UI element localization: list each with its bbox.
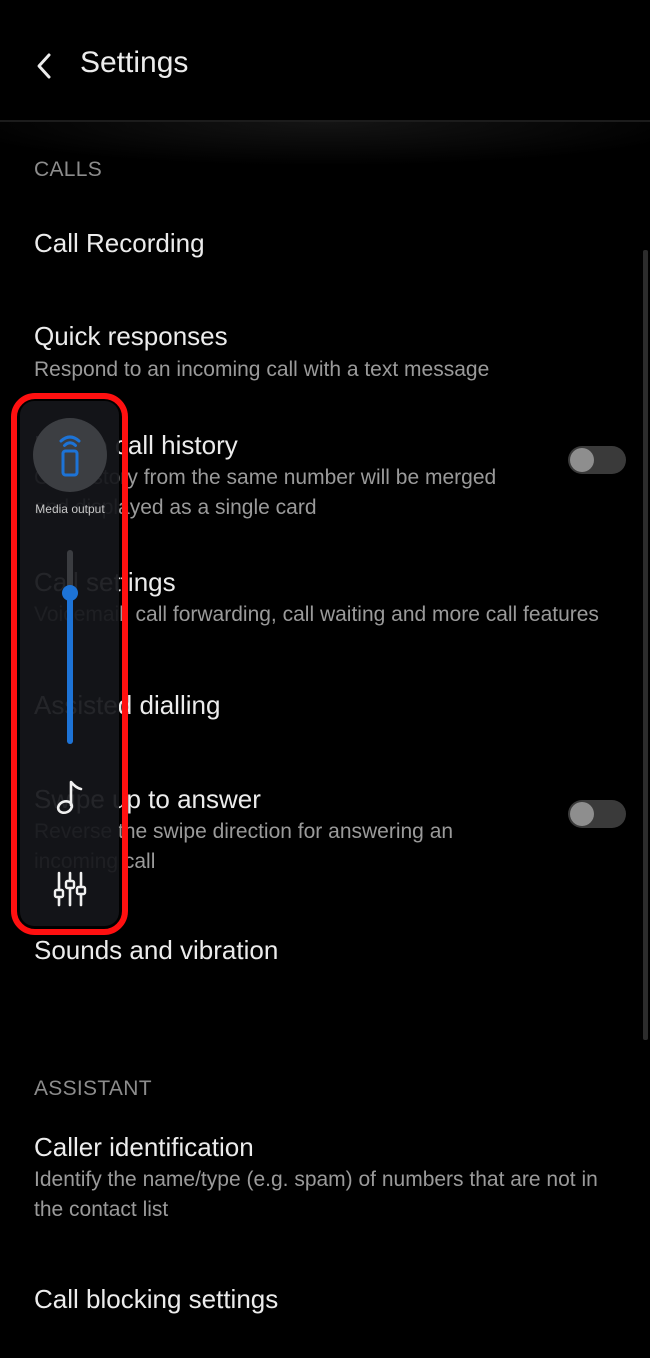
quick-responses-subtitle: Respond to an incoming call with a text … bbox=[34, 358, 490, 381]
swipe-up-toggle[interactable] bbox=[568, 800, 626, 828]
toggle-knob bbox=[570, 802, 594, 826]
highlight-frame bbox=[11, 393, 128, 935]
caller-identification-item[interactable]: Caller identification bbox=[34, 1132, 254, 1163]
merge-history-toggle[interactable] bbox=[568, 446, 626, 474]
page-title: Settings bbox=[80, 46, 189, 79]
back-arrow-icon[interactable] bbox=[30, 48, 60, 84]
caller-identification-subtitle-1: Identify the name/type (e.g. spam) of nu… bbox=[34, 1168, 598, 1191]
toggle-knob bbox=[570, 448, 594, 472]
sounds-vibration-item[interactable]: Sounds and vibration bbox=[34, 935, 278, 966]
app-bar: Settings bbox=[0, 0, 650, 120]
section-header-calls: CALLS bbox=[34, 158, 103, 181]
section-header-assistant: ASSISTANT bbox=[34, 1077, 152, 1100]
scrollbar[interactable] bbox=[643, 250, 648, 1040]
caller-identification-subtitle-2: the contact list bbox=[34, 1198, 169, 1221]
quick-responses-item[interactable]: Quick responses bbox=[34, 321, 228, 352]
call-recording-item[interactable]: Call Recording bbox=[34, 228, 205, 259]
call-blocking-item[interactable]: Call blocking settings bbox=[34, 1284, 278, 1315]
